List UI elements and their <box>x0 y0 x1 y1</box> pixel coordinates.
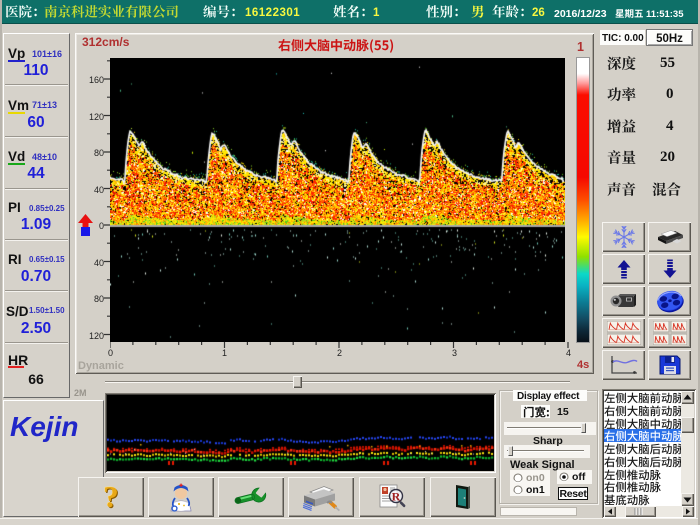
svg-text:R: R <box>392 490 401 504</box>
